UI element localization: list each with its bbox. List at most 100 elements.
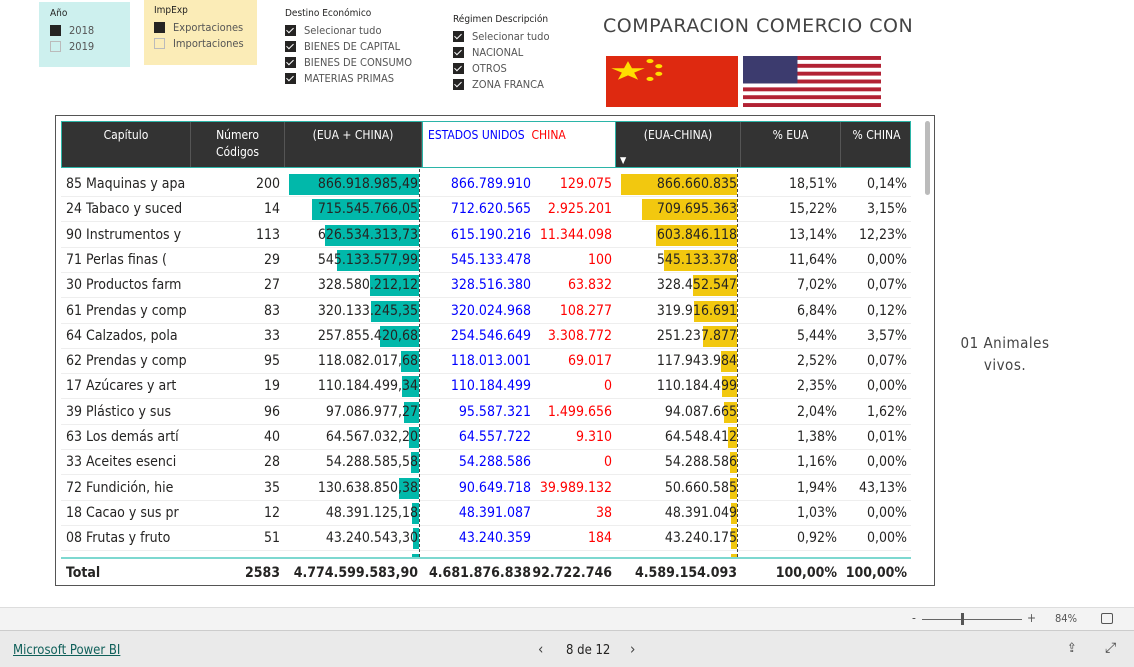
fullscreen-icon[interactable]: ⤢ — [1105, 640, 1116, 656]
zoom-slider[interactable] — [922, 619, 1022, 620]
cell-china: 0 — [603, 454, 612, 471]
checkbox-checked[interactable] — [285, 40, 296, 52]
regimen-option[interactable]: Selecionar tudo — [453, 28, 550, 44]
destino-slicer-title: Destino Económico — [285, 8, 372, 19]
header-eua-plus-china[interactable]: (EUA + CHINA) — [285, 122, 422, 167]
cell-eua: 95.587.321 — [458, 403, 531, 420]
cell-china: 100 — [587, 251, 612, 268]
checkbox-checked[interactable] — [285, 24, 296, 36]
bar-axis-line — [419, 169, 420, 557]
destino-slicer: Destino Económico Selecionar tudo BIENES… — [285, 8, 412, 86]
impexp-option-importaciones[interactable]: Importaciones — [154, 35, 257, 51]
cell-pct-eua: 15,22% — [788, 201, 837, 218]
prev-page-button[interactable]: ‹ — [538, 640, 543, 658]
cell-diff: 48.391.049 — [664, 504, 737, 521]
table-row[interactable]: 61 Prendas y comp 83 320.133.245,35 320.024… — [61, 299, 911, 324]
cell-sum: 130.638.850,38 — [317, 479, 418, 496]
cell-capitulo: 18 Cacao y sus pr — [66, 504, 179, 521]
destino-option[interactable]: BIENES DE CONSUMO — [285, 54, 412, 70]
table-row[interactable]: 90 Instrumentos y 113 626.534.313,73 615.19… — [61, 223, 911, 248]
table-row[interactable]: 17 Azúcares y art 19 110.184.499,34 110.184… — [61, 374, 911, 400]
header-capitulo[interactable]: Capítulo — [62, 122, 191, 167]
table-row[interactable]: 85 Maquinas y apa 200 866.918.985,49 866.78… — [61, 172, 911, 197]
checkbox[interactable] — [50, 40, 61, 52]
regimen-slicer-title: Régimen Descripción — [453, 14, 549, 25]
cell-pct-china: 43,13% — [858, 479, 907, 496]
header-china: CHINA — [531, 128, 566, 142]
impexp-slicer-title: ImpExp — [154, 5, 188, 16]
cell-eua: 54.288.586 — [458, 454, 531, 471]
table-row[interactable]: 08 Frutas y fruto 51 43.240.543,30 43.240.3… — [61, 526, 911, 552]
table-body: 85 Maquinas y apa 200 866.918.985,49 866.78… — [56, 169, 936, 557]
table-row[interactable]: 18 Cacao y sus pr 12 48.391.125,18 48.391.0… — [61, 501, 911, 526]
destino-option[interactable]: MATERIAS PRIMAS — [285, 70, 412, 86]
cell-pct-china: 0,07% — [866, 277, 907, 294]
cell-sum: 97.086.977,27 — [325, 403, 418, 420]
cell-pct-china: 0,12% — [866, 302, 907, 319]
header-numero-codigos[interactable]: Número Códigos — [191, 122, 285, 167]
header-eua-china-group[interactable]: ESTADOS UNIDOS CHINA — [422, 121, 616, 168]
checkbox[interactable] — [50, 24, 61, 36]
next-page-button[interactable]: › — [630, 640, 635, 658]
option-label: BIENES DE CAPITAL — [304, 39, 401, 53]
cell-diff: 110.184.499 — [656, 378, 737, 395]
zoom-in-button[interactable]: + — [1027, 611, 1036, 625]
impexp-option-exportaciones[interactable]: Exportaciones — [154, 19, 257, 35]
regimen-option[interactable]: ZONA FRANCA — [453, 76, 550, 92]
cell-china: 129.075 — [559, 176, 612, 192]
power-bi-link[interactable]: Microsoft Power BI — [13, 643, 120, 658]
table-row[interactable]: 63 Los demás artí 40 64.567.032,20 64.557.7… — [61, 425, 911, 450]
checkbox[interactable] — [154, 21, 165, 33]
table-row[interactable]: 39 Plástico y sus 96 97.086.977,27 95.587.3… — [61, 400, 911, 425]
header-pct-china[interactable]: % CHINA — [841, 122, 912, 167]
cell-diff: 117.943.984 — [656, 353, 737, 370]
table-row[interactable]: 71 Perlas finas (29 545.133.577,99 545.133… — [61, 248, 911, 273]
year-option-2019[interactable]: 2019 — [50, 38, 130, 54]
cell-eua: 48.391.087 — [458, 504, 531, 521]
checkbox-checked[interactable] — [285, 56, 296, 68]
checkbox-checked[interactable] — [453, 30, 464, 42]
table-row[interactable]: 33 Aceites esenci 28 54.288.585,58 54.288.5… — [61, 450, 911, 476]
zoom-out-button[interactable]: - — [912, 611, 916, 625]
cell-china: 2.925.201 — [547, 201, 612, 218]
destino-option[interactable]: Selecionar tudo — [285, 22, 412, 38]
checkbox[interactable] — [154, 37, 165, 49]
table-row[interactable]: 30 Productos farm 27 328.580.212,12 328.516… — [61, 273, 911, 299]
page-indicator: 8 de 12 — [566, 643, 611, 658]
checkbox-checked[interactable] — [453, 78, 464, 90]
table-row[interactable]: 62 Prendas y comp 95 118.082.017,68 118.013… — [61, 349, 911, 375]
sort-desc-icon: ▼ — [620, 156, 627, 166]
cell-pct-eua: 6,84% — [796, 302, 837, 319]
option-label: Selecionar tudo — [472, 29, 550, 43]
table-row[interactable]: 72 Fundición, hie 35 130.638.850,38 90.649.… — [61, 476, 911, 501]
regimen-option[interactable]: NACIONAL — [453, 44, 550, 60]
zoom-slider-thumb[interactable] — [961, 613, 964, 625]
usa-flag — [743, 56, 881, 107]
option-label: 2018 — [69, 23, 95, 37]
cell-china: 39.989.132 — [539, 479, 612, 496]
checkbox-checked[interactable] — [453, 62, 464, 74]
cell-china: 1.499.656 — [547, 403, 612, 420]
cell-capitulo: 08 Frutas y fruto — [66, 530, 171, 547]
table-row[interactable]: 24 Tabaco y suced 14 715.545.766,05 712.620… — [61, 197, 911, 223]
cell-numero: 12 — [263, 504, 280, 521]
cell-capitulo: 61 Prendas y comp — [66, 302, 187, 319]
table-row[interactable]: 64 Calzados, pola 33 257.855.420,68 254.546… — [61, 324, 911, 349]
total-diff: 4.589.154.093 — [635, 565, 737, 581]
cell-numero: 51 — [263, 530, 280, 547]
checkbox-checked[interactable] — [453, 46, 464, 58]
cell-capitulo: 63 Los demás artí — [66, 429, 179, 445]
table-scrollbar[interactable] — [925, 121, 930, 195]
year-option-2018[interactable]: 2018 — [50, 22, 130, 38]
cell-sum: 545.133.577,99 — [317, 251, 418, 268]
header-pct-eua[interactable]: % EUA — [741, 122, 841, 167]
share-icon[interactable]: ⇪ — [1067, 641, 1077, 656]
destino-option[interactable]: BIENES DE CAPITAL — [285, 38, 412, 54]
checkbox-checked[interactable] — [285, 72, 296, 84]
regimen-option[interactable]: OTROS — [453, 60, 550, 76]
cell-pct-china: 3,15% — [866, 201, 907, 218]
header-eua-minus-china[interactable]: (EUA-CHINA) ▼ — [616, 122, 741, 167]
total-sum: 4.774.599.583,90 — [293, 565, 418, 581]
fit-page-icon[interactable] — [1101, 613, 1113, 624]
option-label: Importaciones — [173, 36, 244, 50]
